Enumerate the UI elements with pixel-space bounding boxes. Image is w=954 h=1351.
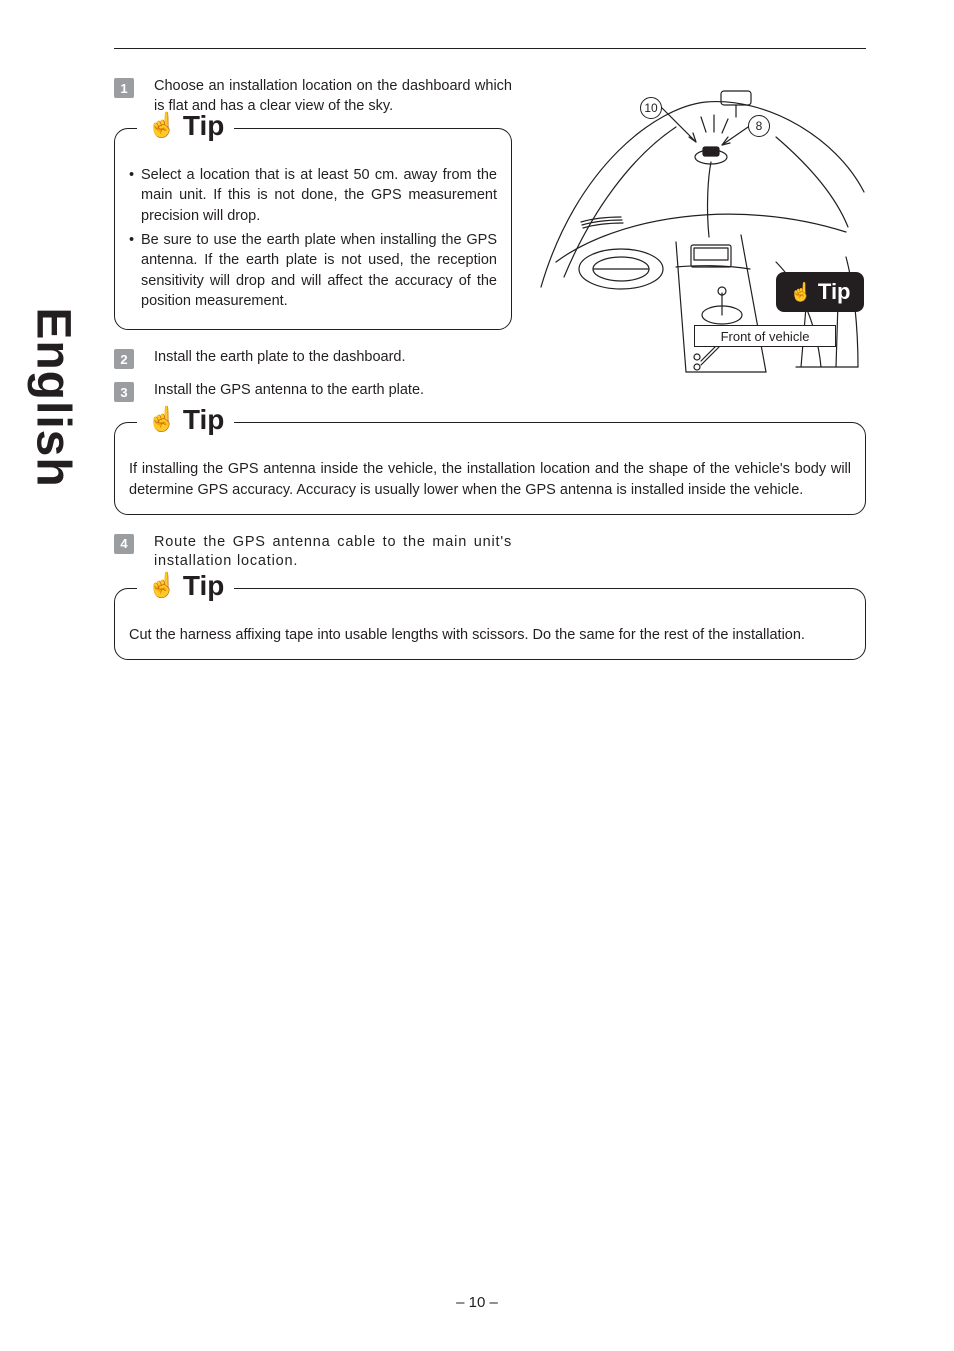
tip-legend: ☝ Tip [137,112,234,140]
step-number-badge: 1 [114,78,134,98]
tip-legend: ☝ Tip [137,572,234,600]
vehicle-diagram: 10 8 ☝ Tip Front of vehicle [536,77,866,377]
front-of-vehicle-label: Front of vehicle [694,325,836,347]
pointing-hand-icon: ☝ [147,408,177,432]
step-3: 3 Install the GPS antenna to the earth p… [114,381,512,402]
left-column: 1 Choose an installation location on the… [114,77,512,410]
page-content: 1 Choose an installation location on the… [114,77,866,660]
tip-box-1: ☝ Tip Select a location that is at least… [114,128,512,330]
pointing-hand-icon: ☝ [789,283,811,301]
step-2: 2 Install the earth plate to the dashboa… [114,348,512,369]
pointing-hand-icon: ☝ [147,114,177,138]
tip-body: Cut the harness affixing tape into usabl… [129,625,851,645]
step-text: Route the GPS antenna cable to the main … [154,533,512,572]
language-label: English [26,307,81,487]
tip-badge: ☝ Tip [776,272,864,312]
step-1: 1 Choose an installation location on the… [114,77,512,116]
tip-item: Select a location that is at least 50 cm… [129,165,497,226]
tip-box-3: ☝ Tip Cut the harness affixing tape into… [114,588,866,660]
right-column: 10 8 ☝ Tip Front of vehicle [536,77,866,377]
step-text: Install the earth plate to the dashboard… [154,348,406,369]
step-number-badge: 4 [114,534,134,554]
step-text: Install the GPS antenna to the earth pla… [154,381,424,402]
tip-title: Tip [183,112,224,140]
tip-badge-label: Tip [818,279,851,305]
callout-8: 8 [748,115,770,137]
tip-body: If installing the GPS antenna inside the… [129,459,851,500]
language-tab: English [18,230,74,610]
tip-list: Select a location that is at least 50 cm… [129,165,497,311]
tip-title: Tip [183,572,224,600]
step-number-badge: 2 [114,349,134,369]
manual-page: English 1 Choose an installation locatio… [0,0,954,1351]
step-4: 4 Route the GPS antenna cable to the mai… [114,533,512,572]
pointing-hand-icon: ☝ [147,574,177,598]
tip-title: Tip [183,406,224,434]
tip-box-2: ☝ Tip If installing the GPS antenna insi… [114,422,866,515]
page-number: – 10 – [0,1294,954,1311]
step-number-badge: 3 [114,382,134,402]
callout-10: 10 [640,97,662,119]
tip-legend: ☝ Tip [137,406,234,434]
top-rule [114,48,866,49]
tip-item: Be sure to use the earth plate when inst… [129,230,497,311]
